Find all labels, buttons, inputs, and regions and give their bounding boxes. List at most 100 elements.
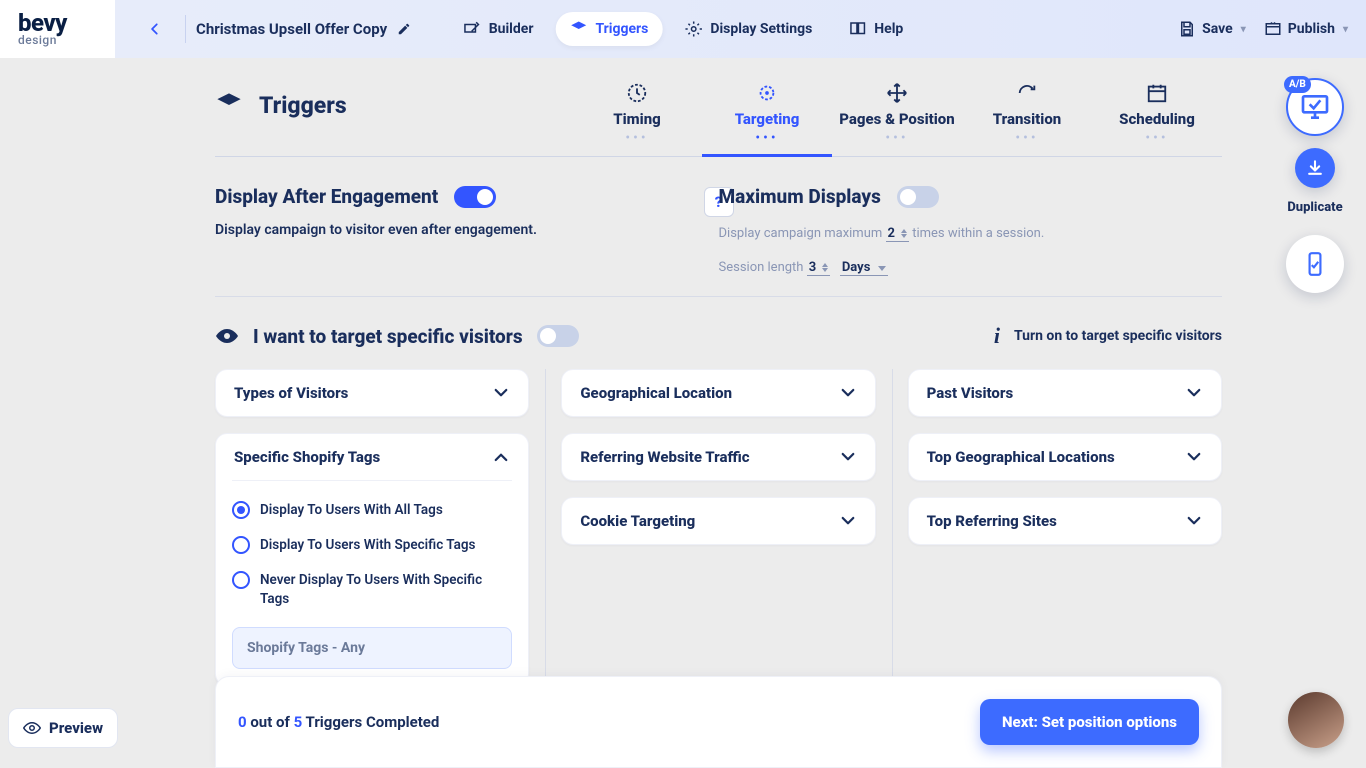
save-label: Save — [1202, 21, 1233, 37]
preview-label: Preview — [49, 719, 103, 737]
calendar-icon — [1092, 82, 1222, 106]
acc-referring: Referring Website Traffic — [561, 433, 875, 481]
acc-head-referring[interactable]: Referring Website Traffic — [562, 434, 874, 480]
nav-help-label: Help — [874, 21, 903, 37]
tab-targeting-label: Targeting — [702, 110, 832, 128]
tab-scheduling-label: Scheduling — [1092, 110, 1222, 128]
next-button[interactable]: Next: Set position options — [980, 699, 1199, 745]
divider — [185, 15, 186, 43]
acc-head-past[interactable]: Past Visitors — [909, 370, 1221, 416]
nav-triggers-label: Triggers — [595, 21, 648, 37]
cards-col-1: Types of Visitors Specific Shopify Tags … — [215, 369, 545, 702]
move-icon — [832, 82, 962, 106]
tab-transition[interactable]: Transition ••• — [962, 76, 1092, 156]
chevron-down-icon — [1185, 448, 1203, 466]
acc-head-types[interactable]: Types of Visitors — [216, 370, 528, 416]
cards-col-2: Geographical Location Referring Website … — [545, 369, 891, 702]
footer-bar: 0 out of 5 Triggers Completed Next: Set … — [215, 676, 1222, 768]
acc-head-topgeo[interactable]: Top Geographical Locations — [909, 434, 1221, 480]
max-displays-toggle[interactable] — [897, 186, 939, 208]
eye-icon — [23, 719, 41, 737]
nav-help[interactable]: Help — [834, 12, 917, 46]
nav-center: Builder Triggers Display Settings Help — [449, 12, 918, 46]
chevron-down-icon — [1185, 512, 1203, 530]
max-displays-col: Maximum Displays Display campaign maximu… — [719, 185, 1223, 276]
preview-button[interactable]: Preview — [8, 708, 118, 748]
acc-head-shopify[interactable]: Specific Shopify Tags — [216, 434, 528, 480]
gear-icon — [684, 20, 702, 38]
acc-head-topref[interactable]: Top Referring Sites — [909, 498, 1221, 544]
cards-col-3: Past Visitors Top Geographical Locations… — [892, 369, 1222, 702]
fab-desktop-preview[interactable]: A/B — [1286, 78, 1344, 136]
footer-progress: 0 out of 5 Triggers Completed — [238, 713, 439, 731]
back-button[interactable] — [135, 9, 175, 49]
chevron-down-icon: ▾ — [1241, 24, 1246, 35]
fab-mobile-preview[interactable] — [1286, 235, 1344, 293]
nav-right: Save ▾ Publish ▾ — [1178, 20, 1348, 38]
save-icon — [1178, 20, 1196, 38]
tab-pages[interactable]: Pages & Position ••• — [832, 76, 962, 156]
radio-all-tags[interactable]: Display To Users With All Tags — [232, 493, 512, 528]
publish-label: Publish — [1288, 21, 1335, 37]
clock-icon — [572, 82, 702, 106]
publish-button[interactable]: Publish ▾ — [1264, 20, 1348, 38]
radio-specific-tags[interactable]: Display To Users With Specific Tags — [232, 528, 512, 563]
publish-icon — [1264, 20, 1282, 38]
target-hint-text: Turn on to target specific visitors — [1014, 328, 1222, 344]
mobile-check-icon — [1302, 251, 1328, 277]
tab-targeting[interactable]: Targeting ••• — [702, 76, 832, 156]
max-displays-title: Maximum Displays — [719, 185, 881, 208]
main: Triggers Timing ••• Targeting ••• Pages … — [115, 58, 1366, 768]
radio-icon — [232, 536, 250, 554]
acc-top-referring: Top Referring Sites — [908, 497, 1222, 545]
chevron-down-icon: ▾ — [1343, 24, 1348, 35]
avatar[interactable] — [1288, 692, 1344, 748]
session-length-input[interactable]: 3 — [807, 260, 830, 276]
chevron-down-icon — [839, 448, 857, 466]
ab-badge: A/B — [1284, 76, 1311, 93]
tabs: Timing ••• Targeting ••• Pages & Positio… — [572, 76, 1222, 156]
tab-timing-label: Timing — [572, 110, 702, 128]
session-unit-select[interactable]: Days — [840, 260, 889, 276]
target-toggle[interactable] — [537, 325, 579, 347]
monitor-check-icon — [1299, 91, 1331, 123]
tab-scheduling[interactable]: Scheduling ••• — [1092, 76, 1222, 156]
logo-brand: bevy — [18, 11, 67, 35]
tab-transition-label: Transition — [962, 110, 1092, 128]
acc-head-cookie[interactable]: Cookie Targeting — [562, 498, 874, 544]
shopify-tags-chip[interactable]: Shopify Tags - Any — [232, 627, 512, 669]
tab-timing[interactable]: Timing ••• — [572, 76, 702, 156]
target-hint: i Turn on to target specific visitors — [994, 323, 1222, 349]
topbar: bevy design Christmas Upsell Offer Copy … — [0, 0, 1366, 58]
save-button[interactable]: Save ▾ — [1178, 20, 1246, 38]
builder-icon — [463, 20, 481, 38]
nav-triggers[interactable]: Triggers — [555, 12, 662, 46]
display-after-toggle[interactable] — [454, 186, 496, 208]
layers-icon — [215, 91, 243, 119]
acc-cookie: Cookie Targeting — [561, 497, 875, 545]
display-after-title: Display After Engagement — [215, 185, 438, 208]
fab-column: A/B Duplicate — [1286, 78, 1344, 293]
acc-shopify-tags: Specific Shopify Tags Display To Users W… — [215, 433, 529, 686]
nav-display-label: Display Settings — [710, 21, 812, 37]
book-icon — [848, 20, 866, 38]
max-displays-line1: Display campaign maximum 2 times within … — [719, 226, 1223, 242]
radio-never-tags[interactable]: Never Display To Users With Specific Tag… — [232, 563, 512, 617]
page-title: Triggers — [259, 92, 347, 119]
download-icon — [1305, 158, 1325, 178]
fab-download[interactable] — [1295, 148, 1335, 188]
nav-display-settings[interactable]: Display Settings — [670, 12, 826, 46]
cards-row: Types of Visitors Specific Shopify Tags … — [215, 369, 1222, 702]
acc-past-visitors: Past Visitors — [908, 369, 1222, 417]
edit-icon[interactable] — [397, 22, 411, 36]
page-title-wrap: Triggers — [215, 91, 347, 141]
layers-icon — [569, 20, 587, 38]
max-displays-count-input[interactable]: 2 — [886, 226, 909, 242]
target-heading: I want to target specific visitors — [253, 325, 523, 348]
logo[interactable]: bevy design — [0, 0, 115, 58]
acc-types-of-visitors: Types of Visitors — [215, 369, 529, 417]
radio-icon — [232, 501, 250, 519]
acc-head-geo[interactable]: Geographical Location — [562, 370, 874, 416]
nav-builder-label: Builder — [489, 21, 534, 37]
nav-builder[interactable]: Builder — [449, 12, 548, 46]
